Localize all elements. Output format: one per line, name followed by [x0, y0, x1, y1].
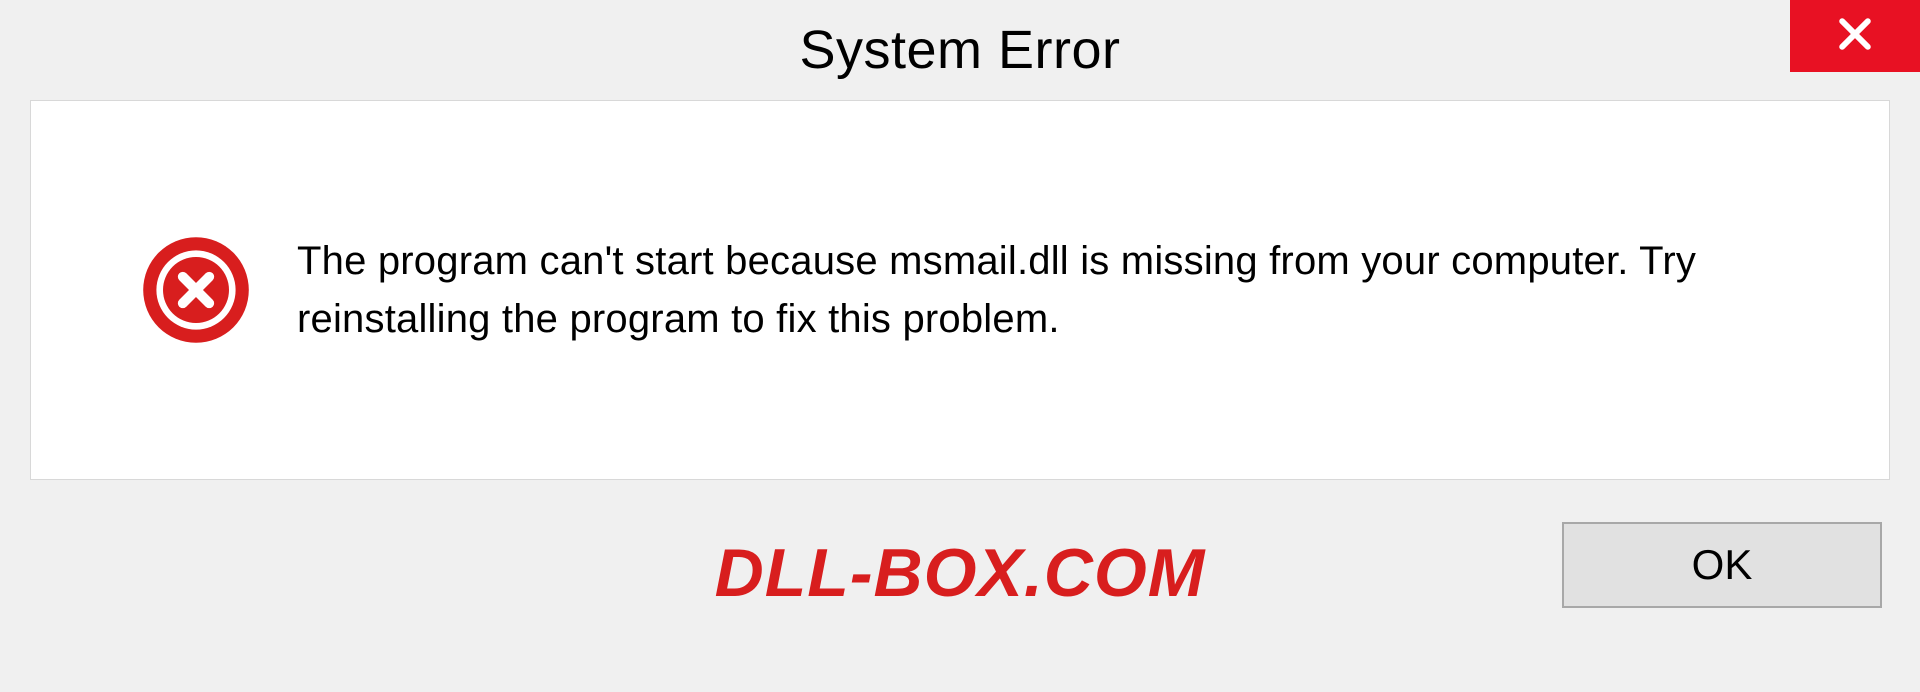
dialog-content: The program can't start because msmail.d… — [30, 100, 1890, 480]
dialog-title: System Error — [799, 19, 1120, 81]
error-icon — [141, 235, 251, 345]
titlebar: System Error — [0, 0, 1920, 100]
error-message: The program can't start because msmail.d… — [297, 232, 1829, 348]
close-icon — [1833, 12, 1877, 61]
ok-button[interactable]: OK — [1562, 522, 1882, 608]
dialog-footer: DLL-BOX.COM OK — [30, 480, 1890, 660]
close-button[interactable] — [1790, 0, 1920, 72]
